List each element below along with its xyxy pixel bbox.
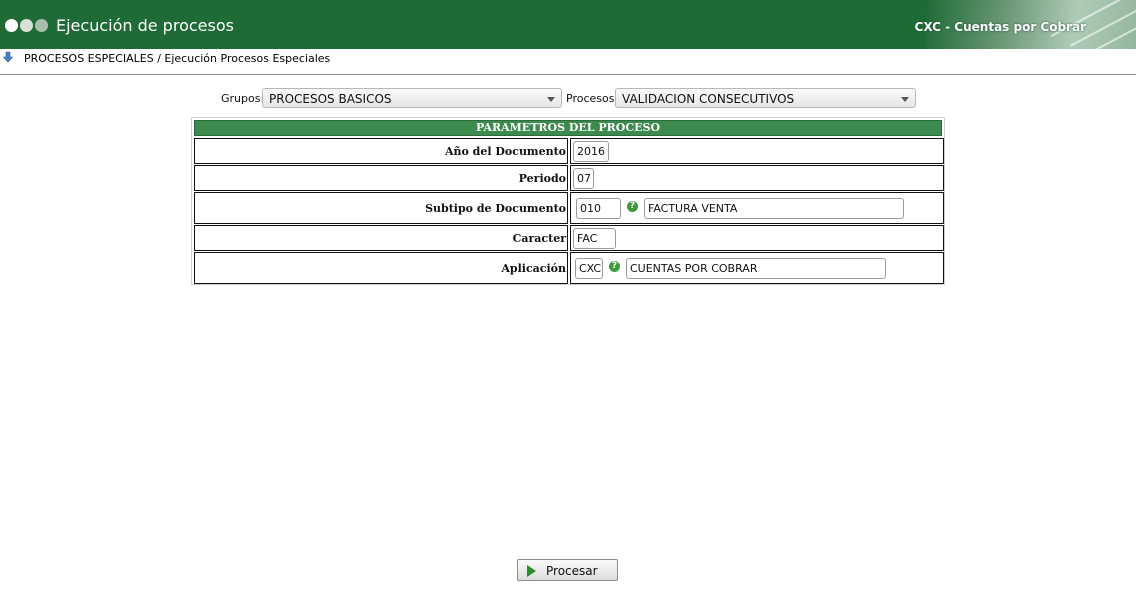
param-label: Subtipo de Documento: [425, 202, 566, 215]
aplicacion-description: CUENTAS POR COBRAR: [626, 258, 886, 279]
procesos-select[interactable]: VALIDACION CONSECUTIVOS: [615, 88, 916, 108]
caracter-input[interactable]: FAC: [573, 228, 616, 249]
subtipo-input[interactable]: 010: [576, 198, 621, 219]
dot-icon: [5, 19, 18, 32]
procesar-button[interactable]: Procesar: [517, 559, 618, 581]
dot-icon: [35, 19, 48, 32]
year-input[interactable]: 2016: [573, 141, 609, 162]
procesar-label: Procesar: [546, 564, 598, 578]
page-title: Ejecución de procesos: [56, 16, 234, 35]
help-icon[interactable]: ?: [609, 261, 620, 272]
subtipo-description: FACTURA VENTA: [644, 198, 904, 219]
table-row: Caracter FAC: [194, 225, 944, 251]
param-label: Caracter: [512, 232, 566, 245]
table-row: Aplicación CXC ? CUENTAS POR COBRAR: [194, 252, 944, 284]
param-label: Periodo: [518, 172, 566, 185]
param-label: Aplicación: [501, 262, 566, 275]
grupos-value: PROCESOS BASICOS: [269, 92, 392, 106]
table-row: Subtipo de Documento 010 ? FACTURA VENTA: [194, 192, 944, 224]
dot-icon: [20, 19, 33, 32]
aplicacion-input[interactable]: CXC: [575, 258, 603, 279]
divider: [0, 74, 1136, 75]
chevron-down-icon: [547, 97, 555, 102]
play-icon: [527, 565, 536, 577]
param-label: Año del Documento: [444, 145, 566, 158]
help-icon[interactable]: ?: [627, 201, 638, 212]
download-arrow-icon: [2, 51, 14, 63]
grupos-label: Grupos:: [221, 92, 265, 105]
params-table: PARAMETROS DEL PROCESO Año del Documento…: [191, 117, 945, 285]
breadcrumb: PROCESOS ESPECIALES / Ejecución Procesos…: [24, 52, 331, 65]
table-row: Periodo 07: [194, 165, 944, 191]
header-bar: Ejecución de procesos CXC - Cuentas por …: [0, 0, 1136, 49]
table-row: Año del Documento 2016: [194, 138, 944, 164]
params-title: PARAMETROS DEL PROCESO: [194, 120, 942, 136]
grupos-select[interactable]: PROCESOS BASICOS: [262, 88, 562, 108]
procesos-label: Procesos:: [566, 92, 619, 105]
window-dots: [5, 19, 48, 32]
procesos-value: VALIDACION CONSECUTIVOS: [622, 92, 795, 106]
chevron-down-icon: [901, 97, 909, 102]
module-name: CXC - Cuentas por Cobrar: [914, 20, 1086, 34]
period-input[interactable]: 07: [573, 168, 594, 189]
